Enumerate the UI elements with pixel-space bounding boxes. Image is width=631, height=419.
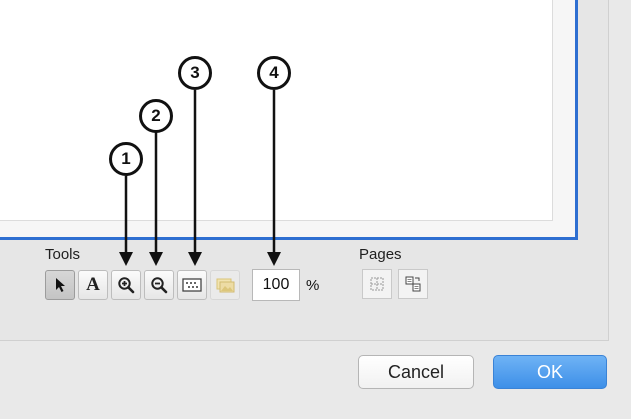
callout-4: 4	[257, 56, 291, 90]
callout-2: 2	[139, 99, 173, 133]
callout-arrows	[119, 90, 281, 266]
callout-3: 3	[178, 56, 212, 90]
callout-1: 1	[109, 142, 143, 176]
